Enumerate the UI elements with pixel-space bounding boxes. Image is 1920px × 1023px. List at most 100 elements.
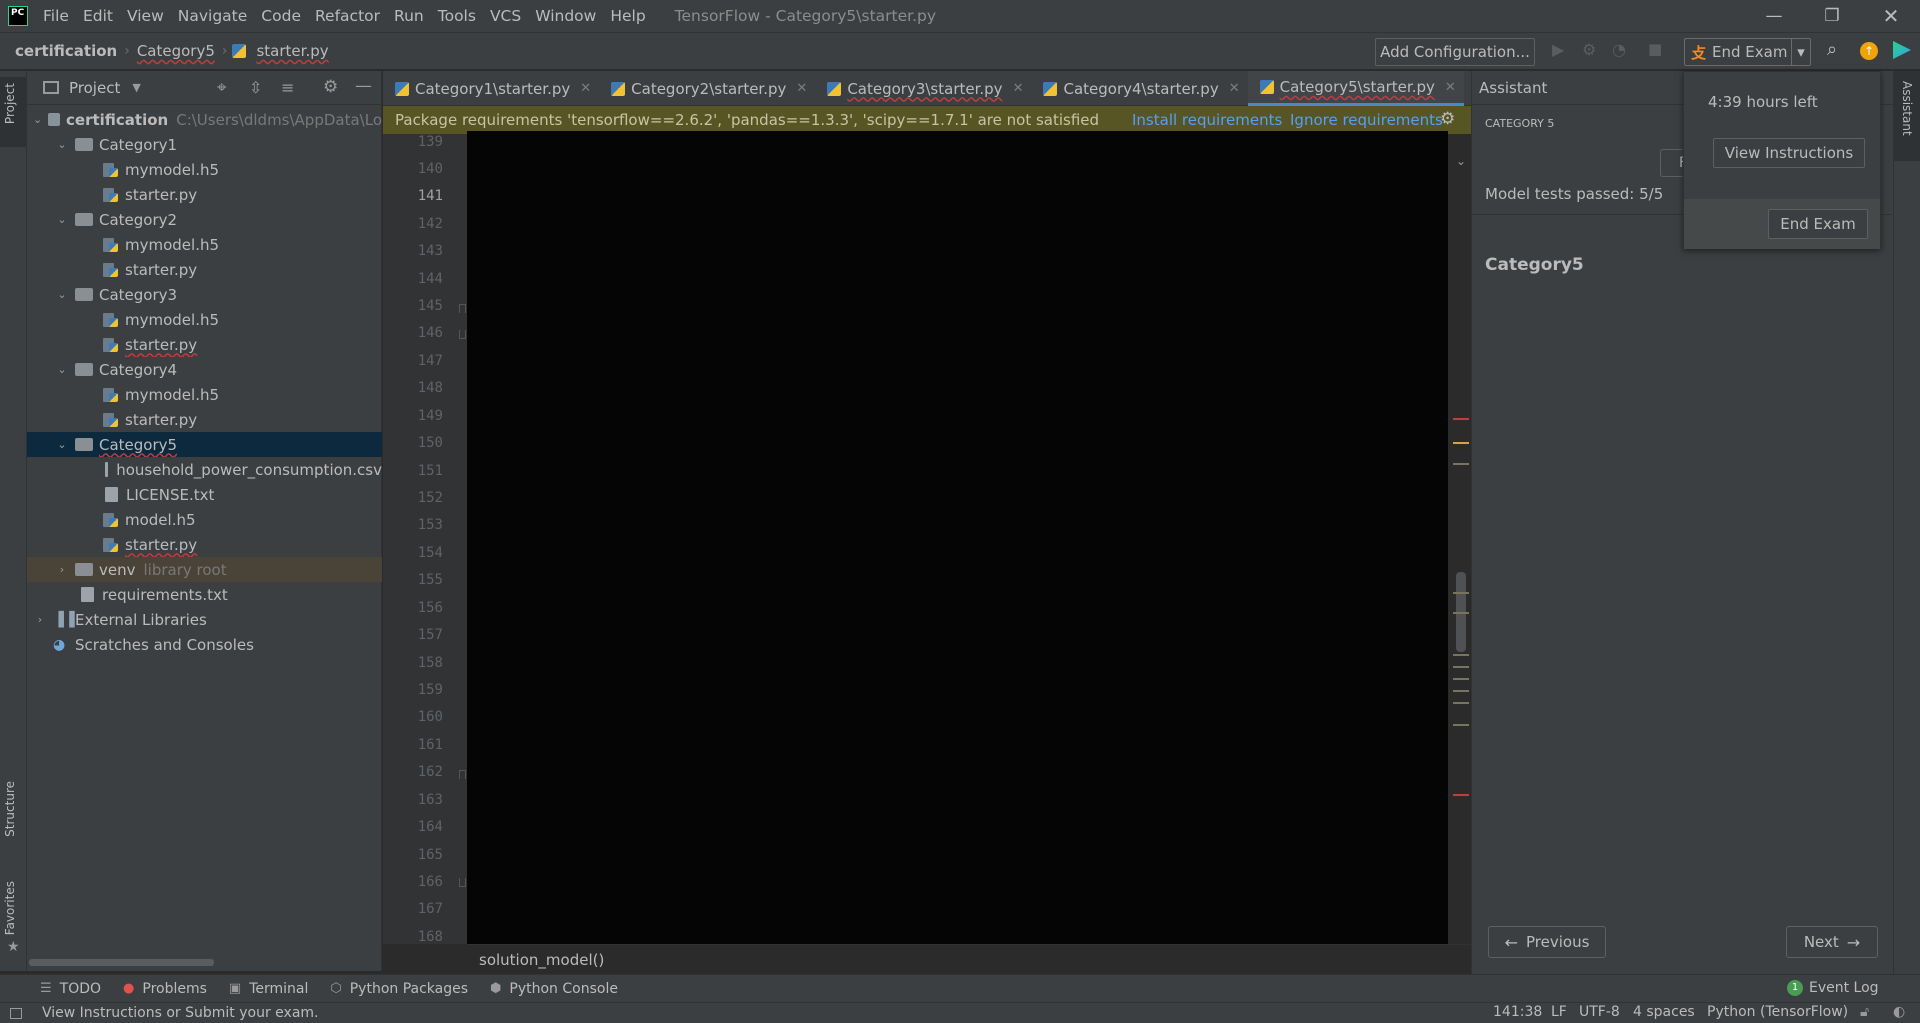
chevron-down-icon[interactable]: ⌄ <box>1456 154 1466 168</box>
tree-item-scratches[interactable]: ◕ Scratches and Consoles <box>27 632 382 657</box>
favorites-tab[interactable]: Favorites <box>3 881 17 935</box>
tab-category5-starter[interactable]: Category5\starter.py ✕ <box>1247 71 1464 106</box>
editor-error-stripe[interactable]: ⌄ <box>1448 134 1471 944</box>
horizontal-scrollbar[interactable] <box>29 959 214 966</box>
code-breadcrumb[interactable]: solution_model() <box>467 944 1471 974</box>
inspection-icon[interactable]: ◐ <box>1893 1004 1905 1020</box>
fold-marker-icon[interactable] <box>459 770 466 779</box>
error-marker[interactable] <box>1453 794 1469 796</box>
close-tab-icon[interactable]: ✕ <box>1013 81 1024 96</box>
info-marker[interactable] <box>1453 463 1469 465</box>
add-configuration-button[interactable]: Add Configuration... <box>1375 38 1535 66</box>
tree-item-file[interactable]: mymodel.h5 <box>27 307 382 332</box>
menu-tools[interactable]: Tools <box>431 0 483 32</box>
view-instructions-button[interactable]: View Instructions <box>1713 138 1865 168</box>
python-packages-tool-button[interactable]: ⬡ Python Packages <box>330 981 468 997</box>
tree-item-category1[interactable]: ⌄ Category1 <box>27 132 382 157</box>
info-marker[interactable] <box>1453 702 1469 704</box>
error-marker[interactable] <box>1453 418 1469 420</box>
close-tab-icon[interactable]: ✕ <box>580 81 591 96</box>
tree-item-file[interactable]: LICENSE.txt <box>27 482 382 507</box>
chevron-down-icon[interactable]: ⌄ <box>33 113 42 126</box>
problems-tool-button[interactable]: ● Problems <box>123 981 207 997</box>
warning-marker[interactable] <box>1453 442 1469 444</box>
info-marker[interactable] <box>1453 724 1469 726</box>
python-interpreter[interactable]: Python (TensorFlow) <box>1707 1004 1848 1020</box>
assistant-tool-tab[interactable]: Assistant <box>1894 71 1920 161</box>
todo-tool-button[interactable]: ☰ TODO <box>40 981 101 997</box>
tree-item-file[interactable]: starter.py <box>27 532 382 557</box>
ignore-requirements-link[interactable]: Ignore requirements <box>1290 111 1443 129</box>
stop-icon[interactable]: ■ <box>1648 40 1662 58</box>
breadcrumb-project[interactable]: certification <box>11 42 121 60</box>
previous-button[interactable]: ← Previous <box>1488 926 1606 958</box>
menu-window[interactable]: Window <box>528 0 603 32</box>
chevron-down-icon[interactable]: ⌄ <box>55 363 69 376</box>
jetbrains-toolbox-icon[interactable] <box>1893 41 1911 59</box>
tab-category3-starter[interactable]: Category3\starter.py ✕ <box>815 71 1031 106</box>
python-console-tool-button[interactable]: ⬢ Python Console <box>490 981 618 997</box>
tree-item-file[interactable]: mymodel.h5 <box>27 382 382 407</box>
info-marker[interactable] <box>1453 612 1469 614</box>
end-exam-button[interactable]: End Exam <box>1768 209 1868 239</box>
tree-item-certification[interactable]: ⌄ certification C:\Users\dldms\AppData\L… <box>27 107 382 132</box>
tree-item-category2[interactable]: ⌄ Category2 <box>27 207 382 232</box>
fold-marker-icon[interactable] <box>459 304 466 313</box>
tree-item-external-libraries[interactable]: › ▐▐ External Libraries <box>27 607 382 632</box>
caret-position[interactable]: 141:38 <box>1493 1004 1542 1020</box>
function-breadcrumb[interactable]: solution_model() <box>479 951 604 969</box>
line-separator[interactable]: LF <box>1551 1004 1567 1020</box>
tree-item-file[interactable]: starter.py <box>27 257 382 282</box>
tree-item-category4[interactable]: ⌄ Category4 <box>27 357 382 382</box>
coverage-icon[interactable]: ◔ <box>1612 40 1626 59</box>
tree-item-category5[interactable]: ⌄ Category5 <box>27 432 382 457</box>
run-icon[interactable]: ▶ <box>1552 40 1564 59</box>
project-tool-tab[interactable]: Project <box>0 77 26 147</box>
menu-run[interactable]: Run <box>387 0 431 32</box>
breadcrumb-folder[interactable]: Category5 <box>133 42 219 60</box>
restore-icon[interactable]: ❐ <box>1803 0 1861 32</box>
minimize-icon[interactable]: — <box>1745 0 1803 32</box>
structure-tab[interactable]: Structure <box>3 781 17 837</box>
chevron-down-icon[interactable]: ⌄ <box>55 288 69 301</box>
tab-category2-starter[interactable]: Category2\starter.py ✕ <box>599 71 815 106</box>
tree-item-file[interactable]: mymodel.h5 <box>27 232 382 257</box>
indent-setting[interactable]: 4 spaces <box>1633 1004 1695 1020</box>
tab-category1-starter[interactable]: Category1\starter.py ✕ <box>383 71 599 106</box>
chevron-down-icon[interactable]: ▾ <box>1791 38 1811 66</box>
next-button[interactable]: Next → <box>1786 926 1878 958</box>
tree-item-category3[interactable]: ⌄ Category3 <box>27 282 382 307</box>
menu-code[interactable]: Code <box>254 0 308 32</box>
chevron-right-icon[interactable]: › <box>33 613 47 626</box>
menu-refactor[interactable]: Refactor <box>308 0 387 32</box>
file-encoding[interactable]: UTF-8 <box>1579 1004 1620 1020</box>
menu-file[interactable]: File <box>36 0 76 32</box>
end-exam-toolbar-button[interactable]: ⽁ End Exam <box>1684 38 1794 66</box>
chevron-down-icon[interactable]: ⌄ <box>55 138 69 151</box>
tree-item-file[interactable]: starter.py <box>27 407 382 432</box>
fold-marker-icon[interactable] <box>459 330 466 339</box>
info-marker[interactable] <box>1453 678 1469 680</box>
chevron-down-icon[interactable]: ⌄ <box>55 438 69 451</box>
tree-item-file[interactable]: requirements.txt <box>27 582 382 607</box>
close-icon[interactable]: ✕ <box>1862 0 1920 32</box>
toggle-tool-windows-icon[interactable] <box>10 1007 22 1019</box>
menu-vcs[interactable]: VCS <box>483 0 528 32</box>
lock-icon[interactable]: 🔓︎ <box>1860 1004 1869 1020</box>
tree-item-file[interactable]: starter.py <box>27 332 382 357</box>
info-marker[interactable] <box>1453 592 1469 594</box>
debug-icon[interactable]: ⚙ <box>1582 40 1596 59</box>
tree-item-file[interactable]: mymodel.h5 <box>27 157 382 182</box>
menu-navigate[interactable]: Navigate <box>171 0 255 32</box>
breadcrumb-file[interactable]: starter.py <box>252 42 332 60</box>
chevron-down-icon[interactable]: ⌄ <box>55 213 69 226</box>
info-marker[interactable] <box>1453 654 1469 656</box>
tree-item-file[interactable]: household_power_consumption.csv <box>27 457 382 482</box>
terminal-tool-button[interactable]: ▣ Terminal <box>229 981 308 997</box>
tab-category4-starter[interactable]: Category4\starter.py ✕ <box>1031 71 1247 106</box>
fold-marker-icon[interactable] <box>459 878 466 887</box>
tree-item-file[interactable]: starter.py <box>27 182 382 207</box>
info-marker[interactable] <box>1453 690 1469 692</box>
menu-edit[interactable]: Edit <box>76 0 120 32</box>
close-tab-icon[interactable]: ✕ <box>1445 80 1456 95</box>
